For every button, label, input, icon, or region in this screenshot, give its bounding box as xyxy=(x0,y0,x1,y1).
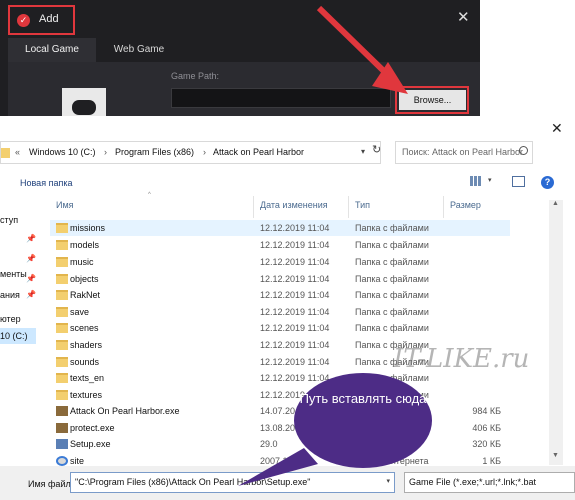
table-row[interactable]: textures12.12.2019 11:04Папка с файлами xyxy=(50,387,510,403)
table-row[interactable]: music 12.12.2019 11:04 Папка с файлами xyxy=(50,254,510,270)
column-header-size[interactable]: Размер xyxy=(450,200,481,210)
add-game-dialog: ✓ Add ✕ Local Game Web Game Game Path: B… xyxy=(0,0,480,130)
nav-item-quick-access[interactable]: ступ xyxy=(0,215,18,225)
breadcrumb[interactable]: « Windows 10 (C:) › Program Files (x86) … xyxy=(0,141,381,164)
nav-item-pictures[interactable]: ания xyxy=(0,290,20,300)
pin-icon: 📌 xyxy=(26,254,36,263)
table-row[interactable]: models 12.12.2019 11:04 Папка с файлами xyxy=(50,237,510,253)
folder-icon xyxy=(56,307,68,317)
scroll-down-icon[interactable]: ▼ xyxy=(552,452,559,459)
folder-icon xyxy=(56,357,68,367)
chevron-down-icon[interactable]: ▾ xyxy=(386,477,390,485)
refresh-icon[interactable]: ↻ xyxy=(372,143,381,156)
folder-icon xyxy=(56,274,68,284)
table-row[interactable]: protect.exe 13.08.20 406 КБ xyxy=(50,420,510,436)
add-check-icon: ✓ xyxy=(17,14,30,27)
view-options-icon[interactable] xyxy=(470,176,482,186)
folder-icon xyxy=(56,223,68,233)
search-input[interactable]: Поиск: Attack on Pearl Harbor xyxy=(395,141,533,164)
pin-icon: 📌 xyxy=(26,290,36,299)
browse-button[interactable]: Browse... xyxy=(399,90,466,110)
table-row[interactable]: scenes 12.12.2019 11:04 Папка с файлами xyxy=(50,320,510,336)
nav-item-documents[interactable]: менты xyxy=(0,269,27,279)
table-row[interactable]: objects 12.12.2019 11:04 Папка с файлами xyxy=(50,271,510,287)
exe-icon xyxy=(56,423,68,433)
column-header-name[interactable]: Имя xyxy=(56,200,74,210)
internet-shortcut-icon xyxy=(56,456,68,466)
setup-icon xyxy=(56,439,68,449)
chevron-right-icon: › xyxy=(203,147,206,157)
column-divider[interactable] xyxy=(348,196,349,218)
folder-icon xyxy=(56,323,68,333)
add-dialog-title-highlight: ✓ Add xyxy=(8,5,75,35)
watermark-text: IT-LIKE.ru xyxy=(393,344,530,374)
pin-icon: 📌 xyxy=(26,274,36,283)
gamepad-icon xyxy=(72,100,96,115)
column-header-date[interactable]: Дата изменения xyxy=(260,200,328,210)
preview-pane-icon[interactable] xyxy=(512,176,525,187)
help-icon[interactable]: ? xyxy=(541,176,554,189)
game-path-label: Game Path: xyxy=(171,71,220,81)
tab-web-game[interactable]: Web Game xyxy=(96,38,182,62)
table-row[interactable]: missions 12.12.2019 11:04 Папка с файлами xyxy=(50,220,510,236)
column-divider[interactable] xyxy=(253,196,254,218)
table-row[interactable]: save 12.12.2019 11:04 Папка с файлами xyxy=(50,304,510,320)
breadcrumb-program-files[interactable]: Program Files (x86) xyxy=(115,147,194,157)
filename-input[interactable]: "C:\Program Files (x86)\Attack On Pearl … xyxy=(70,472,395,493)
add-dialog-title: Add xyxy=(39,13,59,25)
chevron-down-icon[interactable]: ▾ xyxy=(361,147,365,156)
nav-item-computer[interactable]: ютер xyxy=(0,314,21,324)
folder-icon xyxy=(56,257,68,267)
game-exe-icon xyxy=(56,406,68,416)
pin-icon: 📌 xyxy=(26,234,36,243)
new-folder-button[interactable]: Новая папка xyxy=(20,178,72,188)
table-row[interactable]: Setup.exe 29.0 320 КБ xyxy=(50,436,510,452)
file-type-value: Game File (*.exe;*.url;*.lnk;*.bat xyxy=(409,477,537,487)
column-header-type[interactable]: Тип xyxy=(355,200,370,210)
chevron-right-icon: › xyxy=(104,147,107,157)
callout-bubble xyxy=(294,373,432,468)
search-icon xyxy=(519,146,528,155)
filename-value: "C:\Program Files (x86)\Attack On Pearl … xyxy=(75,477,311,487)
column-divider[interactable] xyxy=(443,196,444,218)
folder-icon xyxy=(56,390,68,400)
close-icon[interactable]: ✕ xyxy=(457,10,470,25)
folder-icon xyxy=(56,373,68,383)
table-row[interactable]: RakNet 12.12.2019 11:04 Папка с файлами xyxy=(50,287,510,303)
table-row[interactable]: Attack On Pearl Harbor.exe 14.07.20 984 КБ xyxy=(50,403,510,419)
breadcrumb-drive[interactable]: Windows 10 (C:) xyxy=(29,147,96,157)
folder-icon xyxy=(56,340,68,350)
breadcrumb-overflow-icon[interactable]: « xyxy=(15,147,20,157)
nav-item-drive-c[interactable]: 10 (C:) xyxy=(0,331,28,341)
chevron-down-icon[interactable]: ▾ xyxy=(488,176,492,184)
vertical-scrollbar[interactable] xyxy=(549,200,563,465)
game-path-input[interactable] xyxy=(171,88,391,108)
scroll-up-icon[interactable]: ▲ xyxy=(552,200,559,207)
folder-icon xyxy=(1,148,10,158)
search-placeholder: Поиск: Attack on Pearl Harbor xyxy=(402,147,523,157)
folder-icon xyxy=(56,240,68,250)
file-type-select[interactable]: Game File (*.exe;*.url;*.lnk;*.bat xyxy=(404,472,575,493)
folder-icon xyxy=(56,290,68,300)
callout-text: Путь вставлять сюда xyxy=(299,391,427,406)
sort-ascending-icon: ^ xyxy=(148,192,151,198)
file-open-dialog: ✕ « Windows 10 (C:) › Program Files (x86… xyxy=(0,116,575,500)
explorer-close-icon[interactable]: ✕ xyxy=(551,120,563,137)
breadcrumb-game-folder[interactable]: Attack on Pearl Harbor xyxy=(213,147,304,157)
tab-local-game[interactable]: Local Game xyxy=(8,38,96,62)
